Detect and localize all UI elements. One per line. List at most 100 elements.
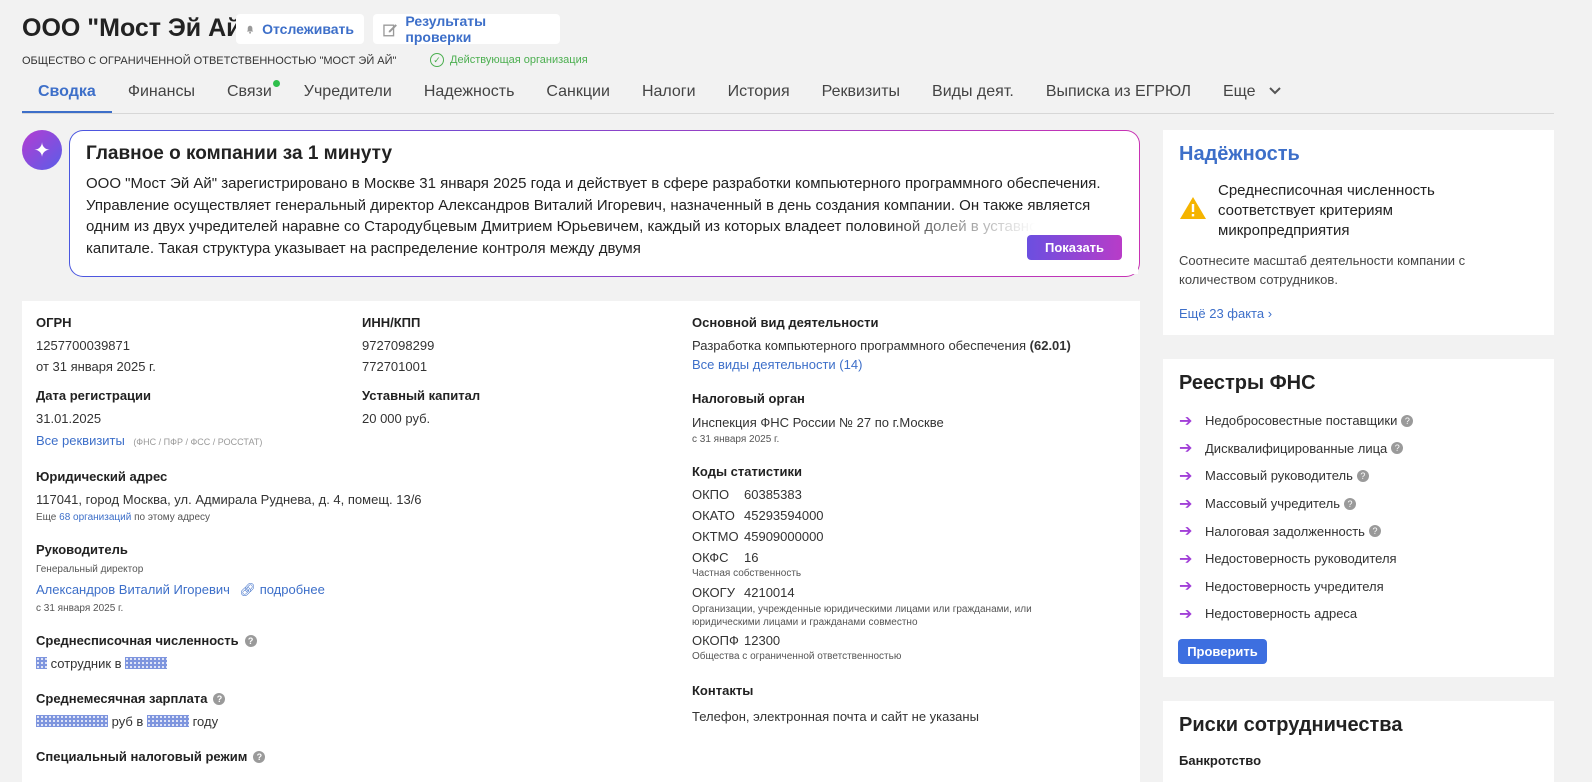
tab-sanctions[interactable]: Санкции	[530, 80, 626, 113]
head-label: Руководитель	[36, 542, 128, 557]
employees-value: сотрудник в	[36, 656, 168, 671]
help-icon[interactable]: ?	[1368, 525, 1381, 538]
arrow-right-icon: ➔	[1179, 605, 1193, 623]
bankruptcy-label: Банкротство	[1179, 753, 1262, 768]
address-value: 117041, город Москва, ул. Адмирала Рудне…	[36, 492, 422, 507]
edit-icon	[383, 23, 397, 36]
stat-code-row: ОКАТО 45293594000	[692, 508, 824, 523]
stat-code-note: Общества с ограниченной ответственностью	[692, 651, 902, 662]
warning-icon	[1180, 197, 1206, 219]
help-icon[interactable]: ?	[1391, 442, 1404, 455]
tab-egrul-extract[interactable]: Выписка из ЕГРЮЛ	[1030, 80, 1207, 113]
stat-code-row: ОКОГУ 4210014	[692, 585, 795, 600]
hidden-value-blur[interactable]	[36, 715, 108, 727]
tab-activities[interactable]: Виды деят.	[916, 80, 1030, 113]
link-icon: 🔗︎	[239, 582, 257, 597]
list-item[interactable]: ➔ Налоговая задолженность?	[1179, 517, 1539, 545]
tax-office-label: Налоговый орган	[692, 391, 805, 406]
reliability-title[interactable]: Надёжность	[1179, 143, 1300, 166]
ai-sparkle-icon: ✦	[22, 130, 62, 170]
help-icon[interactable]: ?	[244, 635, 257, 647]
help-icon[interactable]: ?	[213, 693, 226, 705]
arrow-right-icon: ➔	[1179, 495, 1193, 513]
show-summary-button[interactable]: Показать	[1027, 235, 1122, 260]
tab-links[interactable]: Связи	[211, 80, 288, 113]
stat-code-row: ОКОПФ 12300	[692, 633, 781, 648]
all-requisites-link[interactable]: Все реквизиты	[36, 433, 125, 448]
tab-history[interactable]: История	[712, 80, 806, 113]
stat-code-row: ОКФС 16	[692, 550, 759, 565]
hidden-value-blur[interactable]	[125, 657, 168, 669]
head-since: с 31 января 2025 г.	[36, 603, 124, 614]
inn-value: 9727098299	[362, 338, 435, 353]
more-facts-link[interactable]: Ещё 23 факта ›	[1179, 306, 1272, 321]
main-activity-label: Основной вид деятельности	[692, 315, 879, 330]
stat-code-row: ОКТМО 45909000000	[692, 529, 824, 544]
ogrn-date: от 31 января 2025 г.	[36, 359, 156, 374]
ogrn-value: 1257700039871	[36, 338, 130, 353]
reliability-fact: Среднесписочная численность соответствуе…	[1218, 182, 1435, 239]
main-activity-text: Разработка компьютерного программного об…	[692, 338, 1027, 353]
arrow-right-icon: ➔	[1179, 440, 1193, 458]
risks-title: Риски сотрудничества	[1179, 714, 1403, 736]
list-item[interactable]: ➔ Недостоверность учредителя	[1179, 573, 1539, 601]
arrow-right-icon: ➔	[1179, 467, 1193, 485]
company-title: ООО "Мост Эй Ай"	[22, 14, 254, 42]
hidden-value-blur[interactable]	[36, 657, 47, 669]
address-label: Юридический адрес	[36, 469, 168, 484]
tab-requisites[interactable]: Реквизиты	[806, 80, 916, 113]
hidden-value-blur[interactable]	[146, 715, 189, 727]
bell-icon	[246, 25, 254, 34]
stat-codes-list: ОКПО 60385383 ОКАТО 45293594000 ОКТМО 45909…	[692, 487, 1112, 668]
contacts-label: Контакты	[692, 683, 754, 698]
list-item[interactable]: ➔ Недостоверность руководителя	[1179, 545, 1539, 573]
same-address-orgs-link[interactable]: 68 организаций	[59, 512, 131, 523]
tab-more[interactable]: Еще	[1207, 80, 1298, 113]
status-badge: ✓ Действующая организация	[430, 53, 588, 67]
reliability-note: Соотнесите масштаб деятельности компании…	[1179, 253, 1466, 287]
tax-office-since: с 31 января 2025 г.	[692, 434, 780, 445]
track-button[interactable]: Отслеживать	[236, 14, 364, 44]
help-icon[interactable]: ?	[253, 751, 266, 763]
arrow-right-icon: ➔	[1179, 523, 1193, 541]
tab-taxes[interactable]: Налоги	[626, 80, 712, 113]
status-text: Действующая организация	[450, 54, 588, 66]
requisites-sources: (ФНС / ПФР / ФСС / РОССТАТ)	[133, 437, 263, 447]
list-item[interactable]: ➔ Дисквалифицированные лица?	[1179, 435, 1539, 463]
all-activities-link[interactable]: Все виды деятельности (14)	[692, 357, 862, 372]
main-activity-code: (62.01)	[1029, 338, 1071, 353]
company-full-name: ОБЩЕСТВО С ОГРАНИЧЕННОЙ ОТВЕТСТВЕННОСТЬЮ…	[22, 55, 397, 67]
help-icon[interactable]: ?	[1401, 414, 1414, 427]
help-icon[interactable]: ?	[1356, 469, 1369, 482]
arrow-right-icon: ➔	[1179, 578, 1193, 596]
fns-title: Реестры ФНС	[1179, 372, 1316, 394]
tab-bar: Сводка Финансы Связи Учредители Надежнос…	[22, 80, 1554, 114]
stat-codes-label: Коды статистики	[692, 464, 802, 479]
check-results-label: Результаты проверки	[405, 13, 487, 45]
check-button[interactable]: Проверить	[1178, 639, 1267, 664]
ogrn-label: ОГРН	[36, 315, 72, 330]
arrow-right-icon: ➔	[1179, 412, 1193, 430]
list-item[interactable]: ➔ Массовый учредитель?	[1179, 490, 1539, 518]
company-details-card: ОГРН 1257700039871 от 31 января 2025 г. …	[22, 301, 1140, 782]
capital-label: Уставный капитал	[362, 388, 481, 403]
list-item[interactable]: ➔ Недобросовестные поставщики?	[1179, 407, 1539, 435]
tab-reliability[interactable]: Надежность	[408, 80, 531, 113]
check-results-button[interactable]: Результаты проверки	[373, 13, 560, 45]
inn-label: ИНН/КПП	[362, 315, 421, 330]
list-item[interactable]: ➔ Массовый руководитель?	[1179, 462, 1539, 490]
head-more-link[interactable]: 🔗︎ подробнее	[240, 582, 325, 597]
head-name-link[interactable]: Александров Виталий Игоревич	[36, 582, 230, 597]
fns-list: ➔ Недобросовестные поставщики? ➔ Дисквалиф…	[1179, 407, 1539, 628]
help-icon[interactable]: ?	[1343, 497, 1356, 510]
employees-label: Среднесписочная численность	[36, 633, 239, 648]
stat-code-note: Частная собственность	[692, 568, 802, 579]
salary-label: Среднемесячная зарплата	[36, 691, 208, 706]
track-label: Отслеживать	[262, 21, 354, 37]
head-position: Генеральный директор	[36, 564, 144, 575]
tab-summary[interactable]: Сводка	[22, 80, 112, 113]
tab-finance[interactable]: Финансы	[112, 80, 211, 113]
list-item[interactable]: ➔ Недостоверность адреса	[1179, 600, 1539, 628]
tab-founders[interactable]: Учредители	[288, 80, 408, 113]
new-indicator-dot	[272, 80, 280, 87]
